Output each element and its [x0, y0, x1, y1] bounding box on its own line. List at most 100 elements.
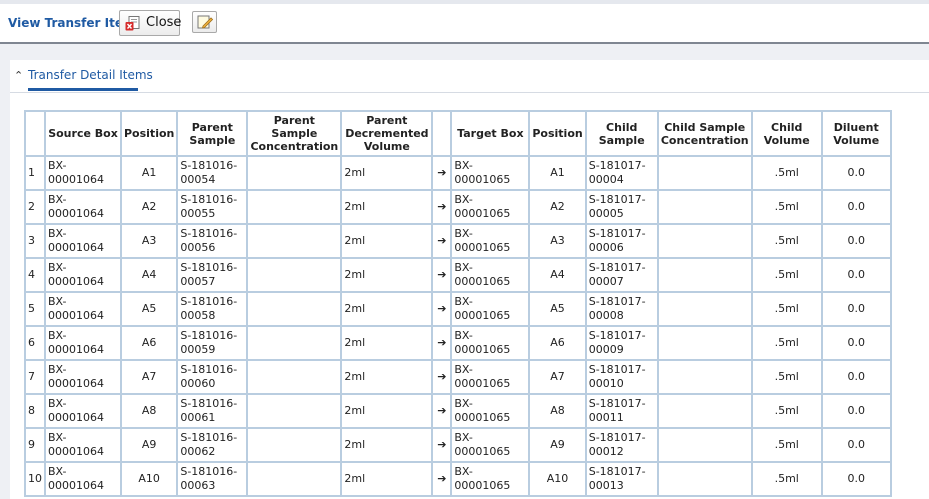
parent-sample-cell: S-181016-00055	[178, 191, 247, 223]
section-divider	[10, 92, 929, 93]
source-position-cell: A1	[122, 157, 177, 189]
parent-sample-cell: S-181016-00059	[178, 327, 247, 359]
source-box-cell: BX-00001064	[46, 157, 120, 189]
table-row[interactable]: 7 BX-00001064 A7 S-181016-00060 2ml ➔ BX-00001…	[26, 361, 890, 393]
child-concentration-cell	[658, 259, 751, 291]
diluent-volume-cell: 0.0	[822, 327, 890, 359]
arrow-right-icon: ➔	[433, 225, 451, 257]
arrow-right-icon: ➔	[433, 429, 451, 461]
parent-sample-cell: S-181016-00058	[178, 293, 247, 325]
section-title: Transfer Detail Items	[28, 68, 153, 82]
row-number: 5	[26, 293, 44, 325]
edit-note-button[interactable]	[192, 11, 217, 33]
child-volume-cell: .5ml	[752, 293, 821, 325]
source-box-cell: BX-00001064	[46, 429, 120, 461]
table-row[interactable]: 6 BX-00001064 A6 S-181016-00059 2ml ➔ BX-00001…	[26, 327, 890, 359]
col-header-child-volume[interactable]: Child Volume	[752, 112, 821, 155]
col-header-child-sample[interactable]: Child Sample	[586, 112, 657, 155]
source-position-cell: A9	[122, 429, 177, 461]
target-box-cell: BX-00001065	[452, 327, 529, 359]
chevron-up-icon[interactable]: ⌃	[14, 69, 23, 82]
parent-decremented-volume-cell: 2ml	[342, 327, 432, 359]
table-row[interactable]: 4 BX-00001064 A4 S-181016-00057 2ml ➔ BX-00001…	[26, 259, 890, 291]
arrow-right-icon: ➔	[433, 463, 451, 495]
col-header-diluent-volume[interactable]: Diluent Volume	[822, 112, 890, 155]
child-sample-cell: S-181017-00013	[586, 463, 657, 495]
source-box-cell: BX-00001064	[46, 463, 120, 495]
col-header-target-box[interactable]: Target Box	[452, 112, 529, 155]
table-row[interactable]: 5 BX-00001064 A5 S-181016-00058 2ml ➔ BX-00001…	[26, 293, 890, 325]
row-number: 4	[26, 259, 44, 291]
parent-sample-cell: S-181016-00063	[178, 463, 247, 495]
diluent-volume-cell: 0.0	[822, 157, 890, 189]
diluent-volume-cell: 0.0	[822, 429, 890, 461]
row-number: 8	[26, 395, 44, 427]
child-concentration-cell	[658, 463, 751, 495]
source-position-cell: A2	[122, 191, 177, 223]
target-box-cell: BX-00001065	[452, 191, 529, 223]
child-volume-cell: .5ml	[752, 361, 821, 393]
parent-concentration-cell	[248, 429, 341, 461]
source-position-cell: A8	[122, 395, 177, 427]
child-sample-cell: S-181017-00012	[586, 429, 657, 461]
parent-concentration-cell	[248, 293, 341, 325]
col-header-parent-decremented-volume[interactable]: Parent Decremented Volume	[342, 112, 432, 155]
arrow-right-icon: ➔	[433, 293, 451, 325]
table-row[interactable]: 1 BX-00001064 A1 S-181016-00054 2ml ➔ BX-00001…	[26, 157, 890, 189]
section-title-underline	[28, 88, 138, 91]
arrow-right-icon: ➔	[433, 157, 451, 189]
row-number: 10	[26, 463, 44, 495]
parent-decremented-volume-cell: 2ml	[342, 157, 432, 189]
col-header-arrow	[433, 112, 451, 155]
table-row[interactable]: 10 BX-00001064 A10 S-181016-00063 2ml ➔ BX-000…	[26, 463, 890, 495]
child-sample-cell: S-181017-00009	[586, 327, 657, 359]
parent-sample-cell: S-181016-00056	[178, 225, 247, 257]
col-header-parent-concentration[interactable]: Parent Sample Concentration	[248, 112, 341, 155]
child-volume-cell: .5ml	[752, 463, 821, 495]
parent-decremented-volume-cell: 2ml	[342, 395, 432, 427]
parent-concentration-cell	[248, 191, 341, 223]
row-number: 2	[26, 191, 44, 223]
child-concentration-cell	[658, 361, 751, 393]
arrow-right-icon: ➔	[433, 395, 451, 427]
diluent-volume-cell: 0.0	[822, 259, 890, 291]
arrow-right-icon: ➔	[433, 259, 451, 291]
parent-decremented-volume-cell: 2ml	[342, 259, 432, 291]
parent-sample-cell: S-181016-00057	[178, 259, 247, 291]
source-position-cell: A5	[122, 293, 177, 325]
close-button[interactable]: Close	[119, 10, 181, 36]
child-sample-cell: S-181017-00007	[586, 259, 657, 291]
col-header-target-position[interactable]: Position	[530, 112, 585, 155]
target-position-cell: A10	[530, 463, 585, 495]
col-header-source-position[interactable]: Position	[122, 112, 177, 155]
table-row[interactable]: 8 BX-00001064 A8 S-181016-00061 2ml ➔ BX-00001…	[26, 395, 890, 427]
parent-sample-cell: S-181016-00061	[178, 395, 247, 427]
parent-concentration-cell	[248, 361, 341, 393]
note-edit-icon	[197, 15, 213, 29]
source-position-cell: A3	[122, 225, 177, 257]
child-sample-cell: S-181017-00010	[586, 361, 657, 393]
parent-sample-cell: S-181016-00062	[178, 429, 247, 461]
child-concentration-cell	[658, 395, 751, 427]
target-position-cell: A4	[530, 259, 585, 291]
target-position-cell: A7	[530, 361, 585, 393]
target-box-cell: BX-00001065	[452, 395, 529, 427]
table-row[interactable]: 3 BX-00001064 A3 S-181016-00056 2ml ➔ BX-00001…	[26, 225, 890, 257]
col-header-child-concentration[interactable]: Child Sample Concentration	[658, 112, 751, 155]
source-position-cell: A6	[122, 327, 177, 359]
child-volume-cell: .5ml	[752, 191, 821, 223]
parent-decremented-volume-cell: 2ml	[342, 361, 432, 393]
col-header-source-box[interactable]: Source Box	[46, 112, 120, 155]
source-position-cell: A7	[122, 361, 177, 393]
child-concentration-cell	[658, 293, 751, 325]
child-volume-cell: .5ml	[752, 327, 821, 359]
diluent-volume-cell: 0.0	[822, 191, 890, 223]
child-volume-cell: .5ml	[752, 225, 821, 257]
target-box-cell: BX-00001065	[452, 293, 529, 325]
col-header-index	[26, 112, 44, 155]
source-position-cell: A10	[122, 463, 177, 495]
table-row[interactable]: 2 BX-00001064 A2 S-181016-00055 2ml ➔ BX-00001…	[26, 191, 890, 223]
child-concentration-cell	[658, 327, 751, 359]
col-header-parent-sample[interactable]: Parent Sample	[178, 112, 247, 155]
table-row[interactable]: 9 BX-00001064 A9 S-181016-00062 2ml ➔ BX-00001…	[26, 429, 890, 461]
